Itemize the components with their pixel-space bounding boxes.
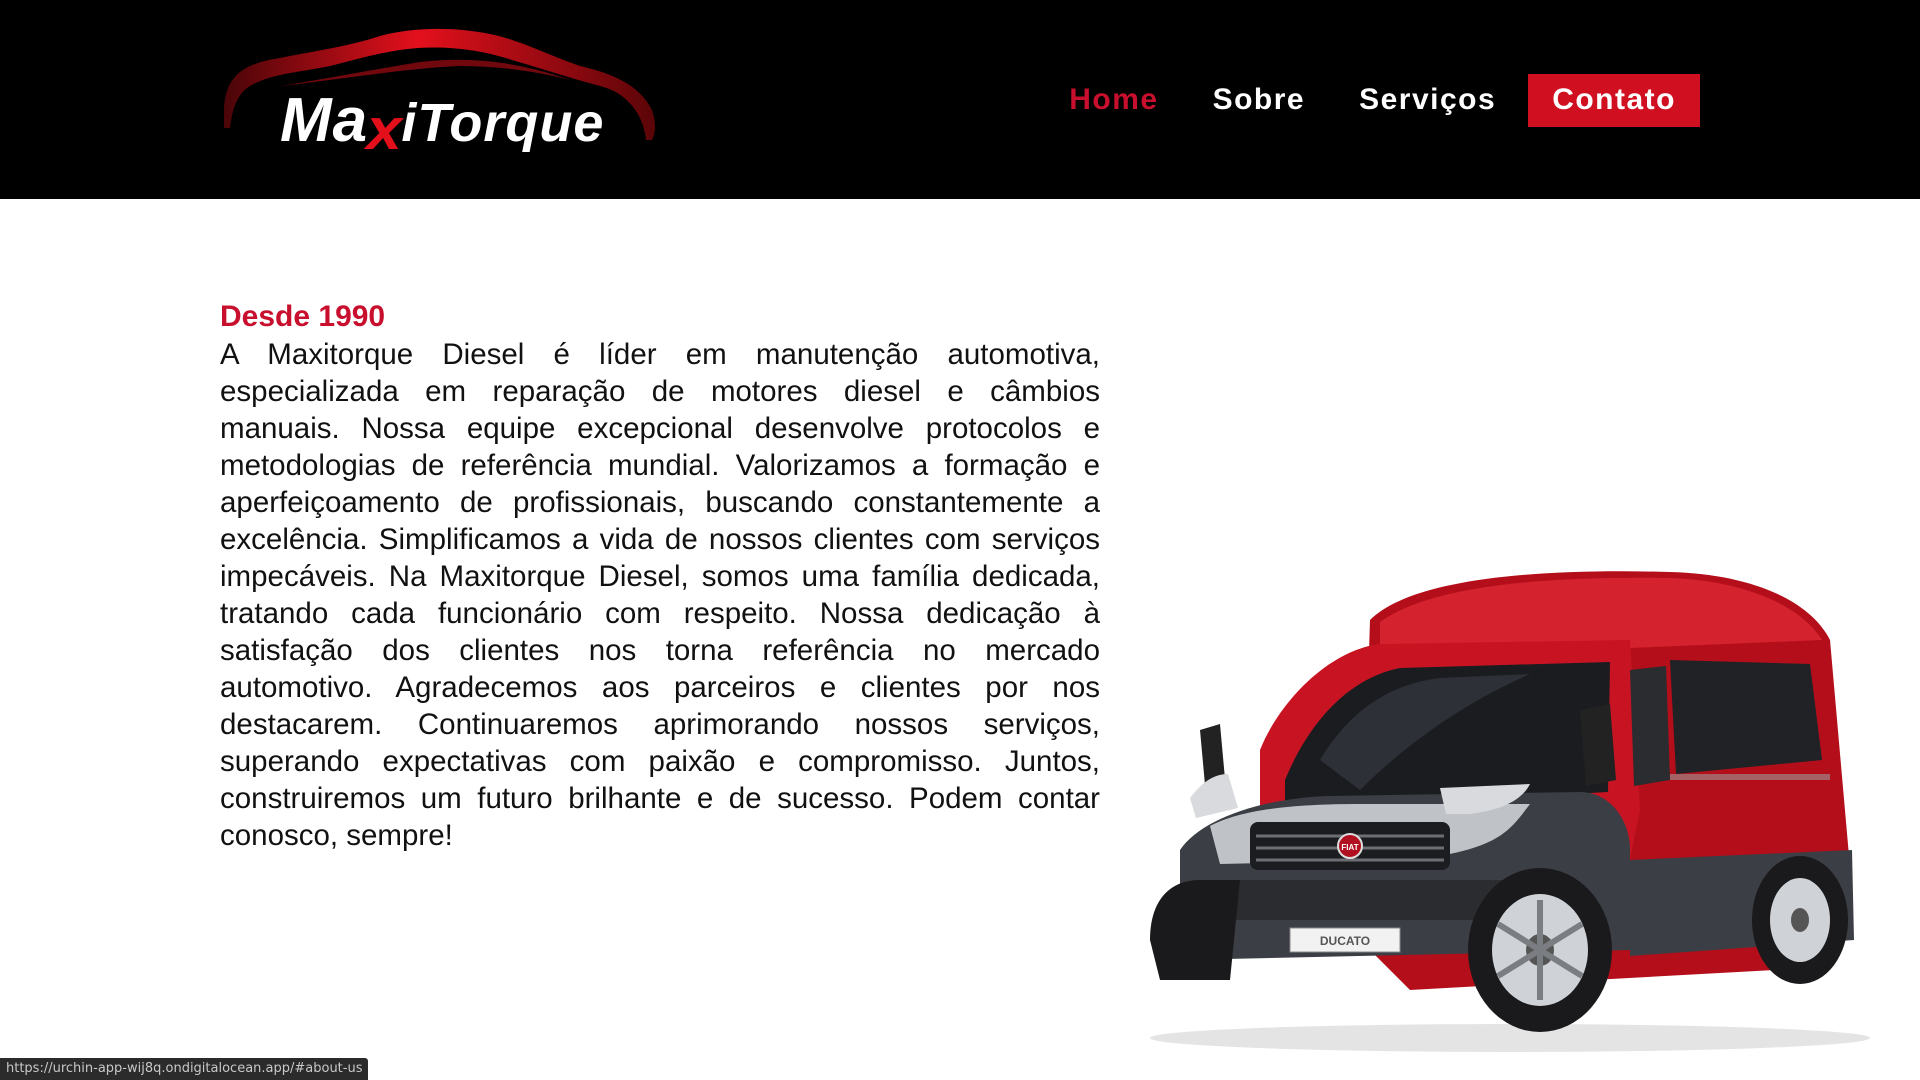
fiat-badge: FIAT <box>1341 843 1358 852</box>
status-bar-url: https://urchin-app-wij8q.ondigitalocean.… <box>0 1058 369 1080</box>
logo-wordmark: MaxiTorque <box>280 86 605 162</box>
site-header: MaxiTorque Home Sobre Serviços Contato <box>0 0 1920 199</box>
nav-sobre-link[interactable]: Sobre <box>1213 83 1306 117</box>
nav-contato-button[interactable]: Contato <box>1528 73 1700 127</box>
main-nav: Home Sobre Serviços Contato <box>1015 73 1700 127</box>
license-plate: DUCATO <box>1320 934 1370 948</box>
red-van-image: FIAT DUCATO <box>1110 560 1890 1060</box>
maxitorque-logo[interactable]: MaxiTorque <box>220 28 660 168</box>
about-section: Desde 1990 A Maxitorque Diesel é líder e… <box>220 298 1100 854</box>
nav-home-link[interactable]: Home <box>1069 83 1158 117</box>
nav-servicos-link[interactable]: Serviços <box>1359 83 1496 117</box>
about-title: Desde 1990 <box>220 300 386 333</box>
about-description: A Maxitorque Diesel é líder em manutençã… <box>220 338 1100 852</box>
logo-x-letter: x <box>366 97 404 162</box>
